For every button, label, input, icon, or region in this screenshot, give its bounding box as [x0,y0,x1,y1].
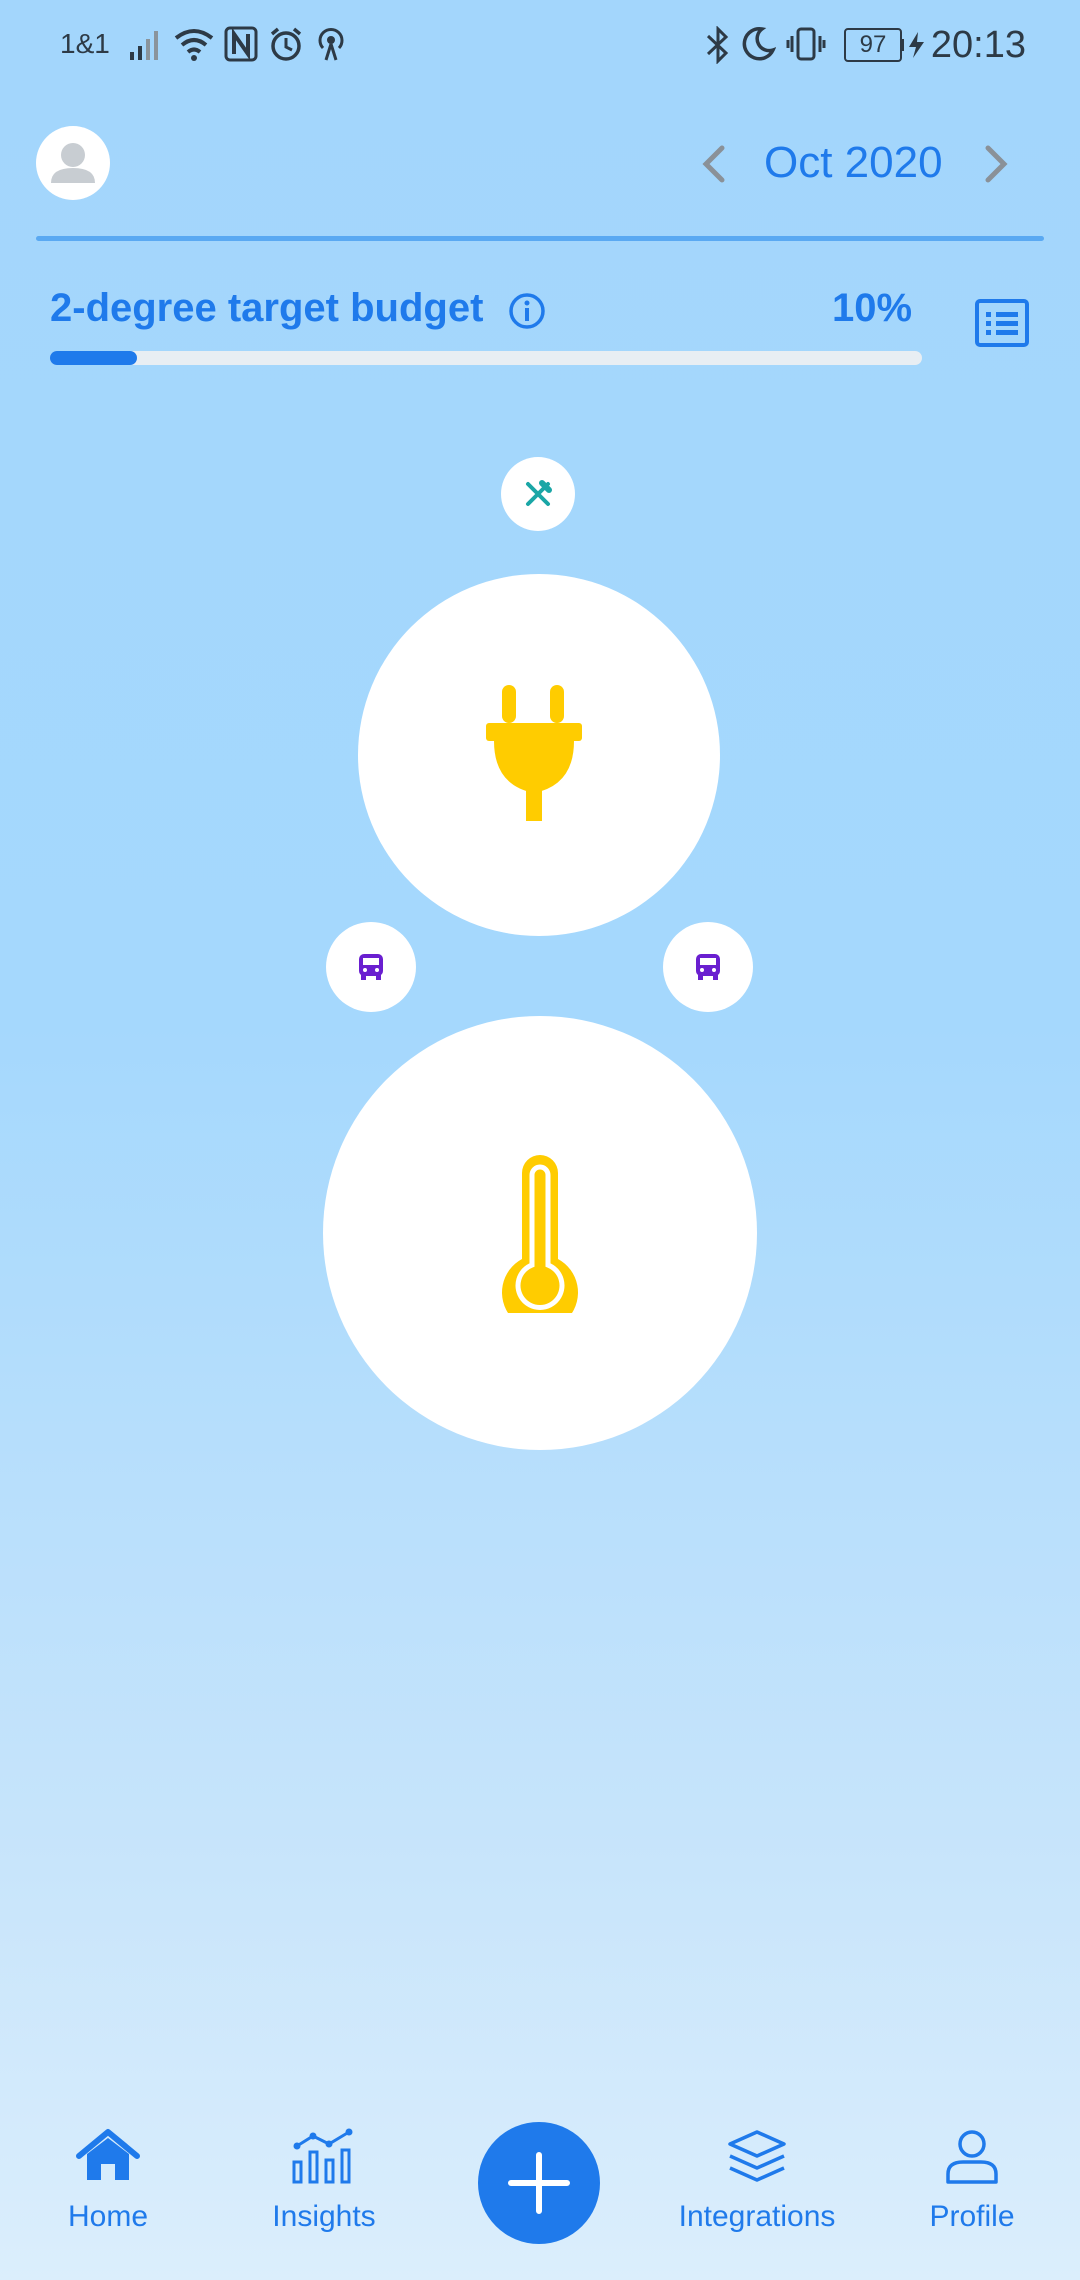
transport-category-bubble[interactable] [326,922,416,1012]
insights-icon [292,2128,353,2184]
plug-icon [486,685,582,821]
nav-home-label: Home [67,2200,149,2233]
next-month-button[interactable] [980,144,1012,184]
signal-icon [130,31,158,60]
heating-category-bubble[interactable] [323,1016,757,1450]
energy-category-bubble[interactable] [358,574,720,936]
nav-integrations[interactable]: Integrations [674,2128,840,2234]
bus-icon [359,954,383,980]
profile-icon [946,2130,998,2184]
status-bar: 1&1 97 20:13 [0,0,1080,92]
bluetooth-icon [706,26,729,64]
vibrate-icon [786,27,826,61]
nav-insights[interactable]: Insights [264,2128,384,2234]
food-icon [526,480,552,506]
budget-progress-fill [50,351,138,365]
food-category-bubble[interactable] [501,457,575,531]
home-icon [76,2129,140,2180]
charging-icon [900,32,924,58]
budget-title: 2-degree target budget [50,286,484,330]
user-avatar-icon [51,143,95,183]
nav-integrations-label: Integrations [678,2200,836,2233]
battery-icon: 97 [844,28,902,62]
hotspot-icon [318,28,344,61]
header-divider [36,236,1044,241]
clock: 20:13 [930,24,1026,66]
carrier-label: 1&1 [60,28,110,59]
nav-profile-label: Profile [929,2200,1015,2233]
info-icon[interactable] [508,292,546,330]
layers-icon [728,2130,786,2182]
transport-category-bubble[interactable] [663,922,753,1012]
do-not-disturb-icon [742,27,776,61]
budget-percent: 10% [832,286,913,330]
nfc-icon [224,26,258,62]
add-entry-button[interactable] [478,2122,600,2244]
month-label: Oct 2020 [764,138,943,187]
thermometer-icon [502,1155,578,1313]
budget-progress-bar [50,351,922,365]
nav-insights-label: Insights [272,2200,376,2233]
battery-level: 97 [859,31,887,58]
previous-month-button[interactable] [698,144,730,184]
list-view-icon[interactable] [974,298,1030,348]
plus-icon [508,2152,570,2214]
bus-icon [696,954,720,980]
nav-profile[interactable]: Profile [924,2128,1020,2234]
nav-home[interactable]: Home [60,2128,156,2234]
wifi-icon [174,29,214,61]
alarm-icon [270,27,302,61]
avatar-button[interactable] [36,126,110,200]
